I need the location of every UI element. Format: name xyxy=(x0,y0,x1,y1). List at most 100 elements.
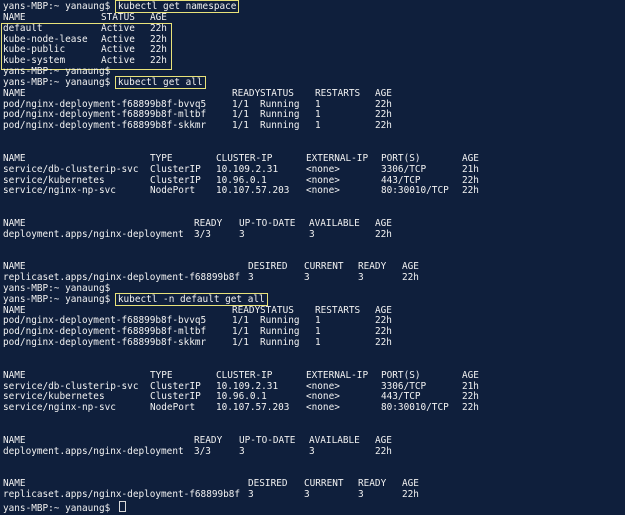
table-cell: STATUS xyxy=(260,87,294,99)
terminal-window[interactable]: yans-MBP:~ yanaung$ kubectl get namespac… xyxy=(0,0,625,514)
table-cell: ClusterIP xyxy=(150,163,201,175)
table-cell: deployment.apps/nginx-deployment xyxy=(3,228,184,240)
table-header: NAME DESIRED CURRENT READY AGE xyxy=(3,478,625,490)
table-cell: 22h xyxy=(375,337,392,349)
prompt-text: yans-MBP:~ yanaung$ xyxy=(3,76,116,88)
table-cell: <none> xyxy=(306,402,340,414)
table-cell: 3/3 xyxy=(194,228,211,240)
table-cell: 80:30010/TCP xyxy=(381,402,449,414)
table-cell: 10.107.57.203 xyxy=(216,185,290,197)
prompt-line: yans-MBP:~ yanaung$ kubectl get namespac… xyxy=(3,0,625,13)
prompt-text: yans-MBP:~ yanaung$ xyxy=(3,282,116,294)
table-row: default Active 22h xyxy=(3,22,625,35)
table-cell: 10.107.57.203 xyxy=(216,402,290,414)
table-cell: 22h xyxy=(150,55,167,67)
table-cell: 22h xyxy=(462,402,479,414)
table-row: kube-public Active 22h xyxy=(3,45,625,56)
table-cell: DESIRED xyxy=(248,478,288,490)
table-cell: AVAILABLE xyxy=(309,434,360,446)
table-cell: UP-TO-DATE xyxy=(239,434,296,446)
table-cell: 3306/TCP xyxy=(381,163,427,175)
table-cell: RESTARTS xyxy=(315,304,361,316)
table-cell: AGE xyxy=(375,87,392,99)
table-cell: DESIRED xyxy=(248,261,288,273)
namespace-output: NAME STATUS AGE default Active 22h kube-node-l… xyxy=(1,12,625,70)
table-cell: service/db-clusterip-svc xyxy=(3,163,139,175)
command-text: kubectl -n default get all xyxy=(114,292,268,306)
table-cell: 3 xyxy=(358,272,364,284)
table-cell: 3 xyxy=(309,228,315,240)
table-cell: service/nginx-np-svc xyxy=(3,402,116,414)
table-cell: deployment.apps/nginx-deployment xyxy=(3,445,184,457)
table-header: NAME TYPE CLUSTER-IP EXTERNAL-IP PORT(S) AGE xyxy=(3,369,625,382)
table-cell: AVAILABLE xyxy=(309,217,360,229)
prompt-text: yans-MBP:~ yanaung$ xyxy=(3,502,116,514)
table-cell: 1/1 xyxy=(232,337,249,349)
table-cell: 3 xyxy=(358,488,364,500)
table-cell: replicaset.apps/nginx-deployment-f68899b… xyxy=(3,488,241,500)
table-row: deployment.apps/nginx-deployment 3/3 3 3 22h xyxy=(3,228,625,241)
table-cell: <none> xyxy=(306,185,340,197)
table-cell: 3 xyxy=(304,488,310,500)
table-cell: 22h xyxy=(150,22,167,34)
table-cell: 3 xyxy=(239,228,245,240)
table-cell: 22h xyxy=(462,185,479,197)
table-cell: 1 xyxy=(315,120,321,132)
table-cell: 22h xyxy=(402,488,419,500)
prompt-line: yans-MBP:~ yanaung$ kubectl -n default g… xyxy=(3,292,625,306)
prompt-line: yans-MBP:~ yanaung$ kubectl get all xyxy=(3,75,625,89)
table-row: replicaset.apps/nginx-deployment-f68899b… xyxy=(3,488,625,501)
table-cell: CLUSTER-IP xyxy=(216,369,273,381)
table-cell: AGE xyxy=(375,434,392,446)
table-cell: pod/nginx-deployment-f68899b8f-skkmr xyxy=(3,120,207,132)
table-cell: 22h xyxy=(375,228,392,240)
table-cell: <none> xyxy=(306,163,340,175)
table-header: NAME STATUS AGE xyxy=(3,12,625,24)
table-row: service/nginx-np-svc NodePort 10.107.57.20… xyxy=(3,185,625,197)
table-cell: CURRENT xyxy=(304,261,344,273)
table-cell: default xyxy=(3,22,43,34)
table-row: kube-node-lease Active 22h xyxy=(3,34,625,46)
table-cell: READY xyxy=(194,434,223,446)
table-cell: 80:30010/TCP xyxy=(381,185,449,197)
table-cell: EXTERNAL-IP xyxy=(306,369,369,381)
table-row: service/nginx-np-svc NodePort 10.107.57.20… xyxy=(3,402,625,414)
table-row: pod/nginx-deployment-f68899b8f-skkmr 1/1 R… xyxy=(3,120,625,132)
table-cell: RESTARTS xyxy=(315,87,361,99)
table-header: NAME READY STATUS RESTARTS AGE xyxy=(3,87,625,100)
table-cell: pod/nginx-deployment-f68899b8f-skkmr xyxy=(3,337,207,349)
table-cell: UP-TO-DATE xyxy=(239,217,296,229)
table-cell: TYPE xyxy=(150,369,173,381)
cursor-block[interactable] xyxy=(118,500,126,512)
table-cell: NAME xyxy=(3,87,26,99)
table-cell: CURRENT xyxy=(304,478,344,490)
table-cell: Active xyxy=(101,22,135,34)
prompt-text: yans-MBP:~ yanaung$ xyxy=(3,66,116,78)
table-cell: 3 xyxy=(239,445,245,457)
table-cell: READY xyxy=(232,87,261,99)
table-row: deployment.apps/nginx-deployment 3/3 3 3 22h xyxy=(3,445,625,458)
table-cell: 22h xyxy=(375,120,392,132)
table-cell: READY xyxy=(358,478,387,490)
table-cell: NAME xyxy=(3,478,26,490)
table-cell: NodePort xyxy=(150,402,196,414)
table-row: pod/nginx-deployment-f68899b8f-skkmr 1/1 R… xyxy=(3,337,625,349)
table-cell: 21h xyxy=(462,163,479,175)
prompt-text: yans-MBP:~ yanaung$ xyxy=(3,1,116,12)
prompt-line: yans-MBP:~ yanaung$ xyxy=(3,500,625,514)
table-row: service/db-clusterip-svc ClusterIP 10.109.… xyxy=(3,163,625,176)
table-cell: 1/1 xyxy=(232,120,249,132)
table-cell: NAME xyxy=(3,434,26,446)
table-cell: 10.109.2.31 xyxy=(216,163,279,175)
table-cell: 3 xyxy=(248,488,254,500)
table-cell: 22h xyxy=(402,272,419,284)
table-header: NAME READY UP-TO-DATE AVAILABLE AGE xyxy=(3,434,625,447)
table-cell: 3 xyxy=(304,272,310,284)
table-cell: NAME xyxy=(3,369,26,381)
